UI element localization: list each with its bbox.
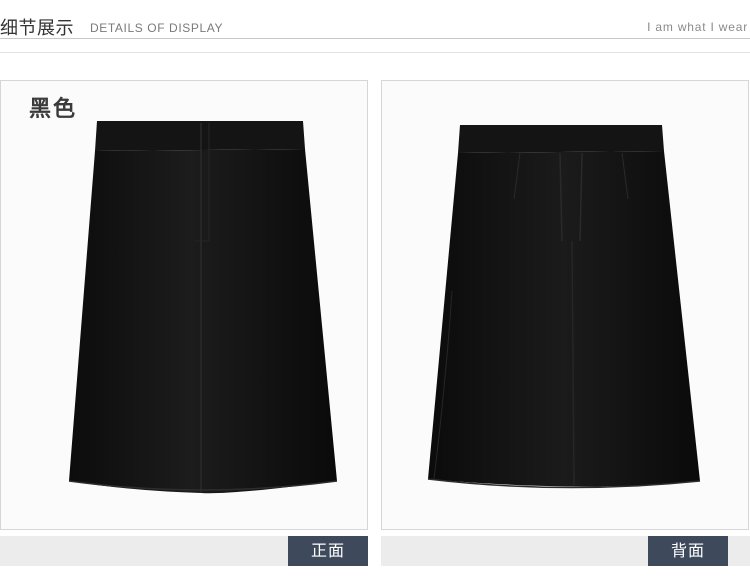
skirt-front-image [68,121,338,494]
back-caption: 背面 [648,536,728,566]
section-title-en: DETAILS OF DISPLAY [90,21,224,35]
header-divider [0,38,750,39]
back-caption-bar: 背面 [381,536,750,566]
section-header: 细节展示 DETAILS OF DISPLAY I am what I wear [0,0,750,54]
brand-tagline: I am what I wear [647,20,748,34]
front-view-panel: 黑色 [0,80,368,530]
skirt-back-image [427,125,701,489]
front-caption-bar: 正面 [0,536,368,566]
section-title-cn: 细节展示 [0,18,74,39]
header-divider-lower [0,52,750,53]
color-label: 黑色 [29,97,78,122]
front-caption: 正面 [288,536,368,566]
back-view-panel [381,80,749,530]
